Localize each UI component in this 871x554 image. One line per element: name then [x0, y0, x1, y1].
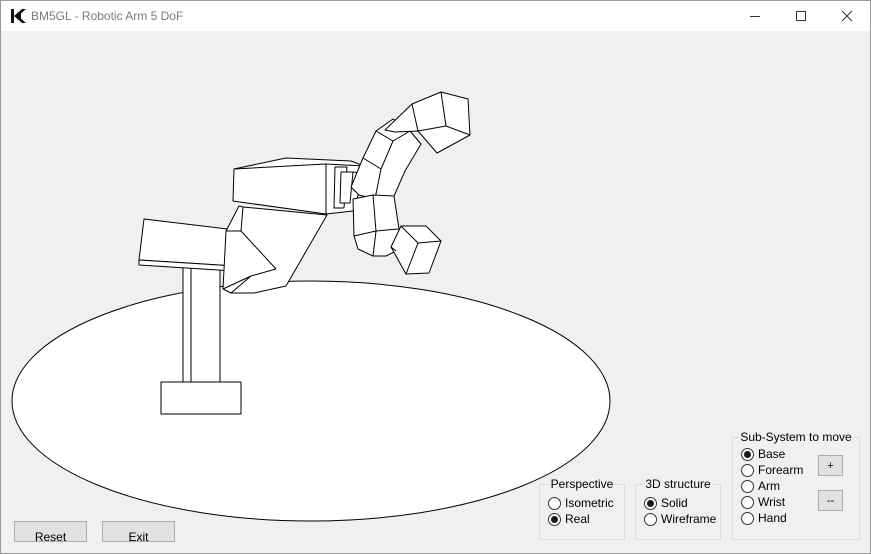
- exit-button[interactable]: Exit: [102, 521, 175, 544]
- reset-button[interactable]: Reset: [14, 521, 87, 544]
- increase-button[interactable]: +: [818, 455, 843, 476]
- gripper-tip: [390, 225, 442, 275]
- title-bar[interactable]: BM5GL - Robotic Arm 5 DoF: [1, 1, 870, 31]
- window-title: BM5GL - Robotic Arm 5 DoF: [31, 9, 184, 23]
- subsystem-group: Sub-System to move Base Forearm Arm Wris…: [732, 430, 860, 540]
- close-button[interactable]: [824, 1, 870, 31]
- maximize-icon: [796, 11, 806, 21]
- minimize-icon: [750, 16, 760, 17]
- floor-disc: [11, 280, 611, 522]
- base-block: [160, 381, 242, 415]
- perspective-group: Perspective Isometric Real: [539, 477, 625, 540]
- shoulder-block: [138, 218, 237, 267]
- maximize-button[interactable]: [778, 1, 824, 31]
- structure-group: 3D structure Solid Wireframe: [635, 477, 721, 540]
- app-window: BM5GL - Robotic Arm 5 DoF Reset Exit Per…: [0, 0, 871, 554]
- base-column: [182, 262, 221, 383]
- app-icon: [11, 9, 26, 23]
- decrease-button[interactable]: --: [818, 490, 843, 511]
- perspective-group-title: Perspective: [549, 477, 615, 491]
- minimize-button[interactable]: [732, 1, 778, 31]
- close-icon: [841, 10, 853, 22]
- upper-arm: [222, 205, 328, 294]
- subsystem-group-title: Sub-System to move: [739, 430, 853, 444]
- structure-group-title: 3D structure: [644, 477, 712, 491]
